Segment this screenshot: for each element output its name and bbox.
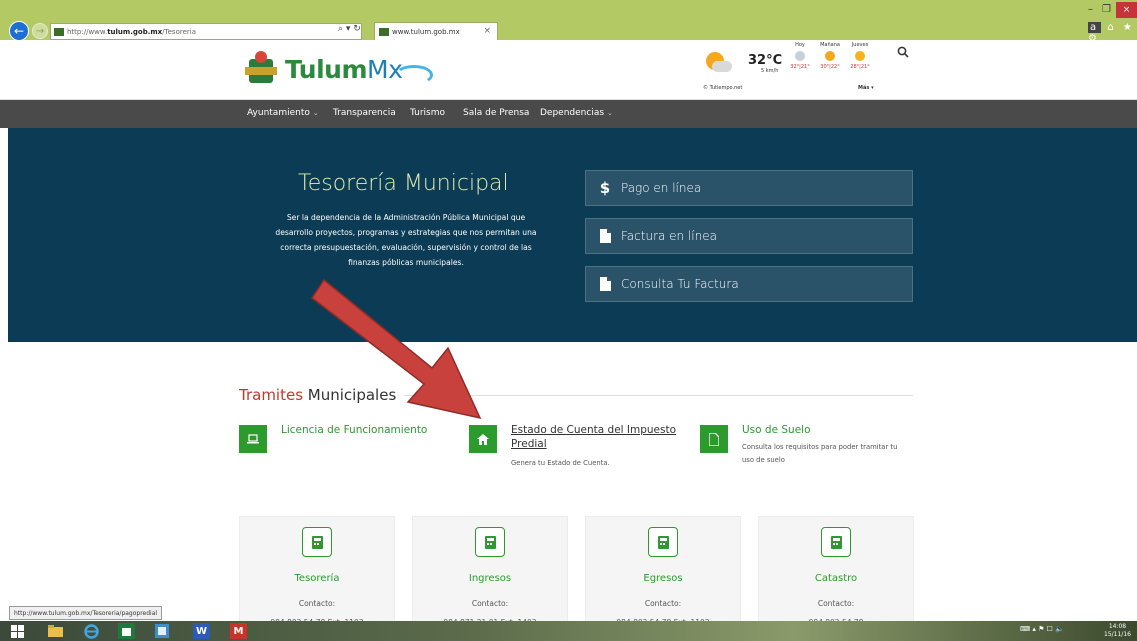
consulta-tu-factura-button[interactable]: Consulta Tu Factura bbox=[585, 266, 913, 302]
dollar-icon: $ bbox=[599, 179, 611, 197]
url-prefix: http://www. bbox=[67, 27, 108, 36]
hero-section bbox=[8, 128, 1137, 342]
document-icon bbox=[598, 277, 612, 291]
uso-de-suelo-link[interactable]: Uso de Suelo bbox=[742, 423, 811, 437]
system-clock[interactable]: 14:08 15/11/16 bbox=[1104, 623, 1131, 639]
word-icon[interactable]: W bbox=[193, 623, 210, 639]
weather-more-link[interactable]: Más ▾ bbox=[858, 85, 874, 91]
pago-en-linea-button[interactable]: $ Pago en línea bbox=[585, 170, 913, 206]
forecast-tomorrow: Mañana 30°|22° bbox=[820, 42, 840, 70]
store-icon[interactable] bbox=[118, 623, 135, 639]
annotation-arrow-icon bbox=[310, 278, 482, 420]
page-title: Tesorería Municipal bbox=[298, 171, 509, 196]
partly-cloudy-icon bbox=[706, 52, 732, 74]
document-icon bbox=[598, 229, 612, 243]
button-label: Consulta Tu Factura bbox=[621, 277, 739, 291]
chevron-down-icon: ⌄ bbox=[607, 109, 613, 117]
weather-wind: 5 km/h bbox=[761, 68, 779, 74]
estado-de-cuenta-predial-link[interactable]: Estado de Cuenta del Impuesto Predial bbox=[511, 423, 676, 451]
window-maximize-button[interactable]: ❐ bbox=[1102, 4, 1111, 15]
site-favicon-icon bbox=[54, 27, 64, 36]
card-contact-label: Contacto: bbox=[471, 599, 509, 608]
internet-explorer-icon[interactable] bbox=[83, 623, 100, 639]
weather-source[interactable]: © Tutiempo.net bbox=[703, 85, 742, 91]
logo-wave-icon bbox=[395, 65, 433, 85]
back-button[interactable]: ← bbox=[9, 21, 29, 41]
calculator-icon bbox=[475, 527, 505, 557]
site-logo[interactable]: TulumMx bbox=[245, 49, 433, 89]
url-path: /Tesoreria bbox=[162, 27, 196, 36]
mail-icon[interactable]: M bbox=[230, 623, 247, 639]
back-arrow-icon: ← bbox=[13, 24, 25, 38]
nav-item-ayuntamiento[interactable]: Ayuntamiento ⌄ bbox=[247, 108, 319, 118]
browser-chrome: ← → http://www. tulum.gob.mx/Tesoreria ⌕ … bbox=[0, 0, 1137, 44]
tab-close-icon[interactable]: × bbox=[483, 26, 491, 36]
laptop-icon[interactable] bbox=[239, 425, 267, 453]
tab-title: www.tulum.gob.mx bbox=[392, 27, 460, 36]
main-nav: Ayuntamiento ⌄ Transparencia Turismo Sala… bbox=[0, 100, 1137, 128]
forward-button[interactable]: → bbox=[32, 23, 48, 39]
start-windows-icon[interactable] bbox=[9, 623, 26, 639]
address-bar[interactable]: http://www. tulum.gob.mx/Tesoreria bbox=[50, 23, 362, 40]
forward-arrow-icon: → bbox=[35, 25, 45, 37]
card-title: Tesorería bbox=[294, 573, 340, 584]
document-icon[interactable] bbox=[700, 425, 728, 453]
os-taskbar: W M ⌨ ▴ ⚑ ☐ 🔈 14:08 15/11/16 bbox=[0, 621, 1137, 641]
url-host: tulum.gob.mx bbox=[107, 27, 163, 36]
media-app-icon[interactable] bbox=[153, 623, 170, 639]
rain-cloud-icon bbox=[795, 51, 805, 61]
nav-item-sala-de-prensa[interactable]: Sala de Prensa bbox=[463, 108, 529, 118]
forecast-today: Hoy 32°|21° bbox=[790, 42, 810, 70]
favorites-star-icon[interactable]: ★ bbox=[1123, 22, 1135, 33]
forecast-thursday: Jueves 28°|21° bbox=[850, 42, 870, 70]
search-icon[interactable] bbox=[897, 46, 909, 58]
uso-de-suelo-description: Consulta los requisitos para poder trami… bbox=[742, 443, 898, 464]
home-icon[interactable]: ⌂ bbox=[1107, 22, 1116, 33]
button-label: Pago en línea bbox=[621, 181, 702, 195]
file-explorer-icon[interactable] bbox=[47, 623, 64, 639]
chevron-down-icon: ⌄ bbox=[312, 109, 319, 117]
amazon-icon[interactable]: a bbox=[1088, 22, 1102, 33]
address-actions[interactable]: ⌕ ▾ ↻ bbox=[338, 24, 361, 34]
factura-en-linea-button[interactable]: Factura en línea bbox=[585, 218, 913, 254]
calculator-icon bbox=[648, 527, 678, 557]
partly-sunny-icon bbox=[825, 51, 835, 61]
nav-item-dependencias[interactable]: Dependencias ⌄ bbox=[540, 108, 613, 118]
system-tray[interactable]: ⌨ ▴ ⚑ ☐ 🔈 bbox=[1020, 625, 1064, 633]
card-contact-label: Contacto: bbox=[298, 599, 336, 608]
nav-item-transparencia[interactable]: Transparencia bbox=[333, 108, 396, 118]
site-header: TulumMx 32°C 5 km/h © Tutiempo.net Hoy 3… bbox=[0, 40, 1137, 100]
browser-tab[interactable]: www.tulum.gob.mx × bbox=[374, 22, 498, 40]
weather-widget[interactable]: 32°C 5 km/h © Tutiempo.net Hoy 32°|21° M… bbox=[700, 42, 880, 96]
card-title: Egresos bbox=[643, 573, 683, 584]
hero-description: Ser la dependencia de la Administración … bbox=[275, 213, 537, 267]
sunny-icon bbox=[855, 51, 865, 61]
weather-temperature: 32°C bbox=[748, 53, 783, 68]
card-title: Ingresos bbox=[468, 573, 512, 584]
tab-favicon-icon bbox=[379, 27, 389, 36]
estado-de-cuenta-description: Genera tu Estado de Cuenta. bbox=[511, 459, 610, 467]
window-close-button[interactable]: × bbox=[1116, 2, 1137, 18]
card-contact-label: Contacto: bbox=[817, 599, 855, 608]
button-label: Factura en línea bbox=[621, 229, 717, 243]
card-title: Catastro bbox=[814, 573, 858, 584]
status-bar-url: http://www.tulum.gob.mx/Tesoreria/pagopr… bbox=[9, 606, 163, 620]
calculator-icon bbox=[821, 527, 851, 557]
municipal-emblem-icon bbox=[245, 49, 277, 89]
calculator-icon bbox=[302, 527, 332, 557]
logo-text: TulumMx bbox=[285, 54, 403, 84]
card-contact-label: Contacto: bbox=[644, 599, 682, 608]
nav-item-turismo[interactable]: Turismo bbox=[410, 108, 445, 118]
window-minimize-button[interactable]: – bbox=[1088, 4, 1093, 15]
